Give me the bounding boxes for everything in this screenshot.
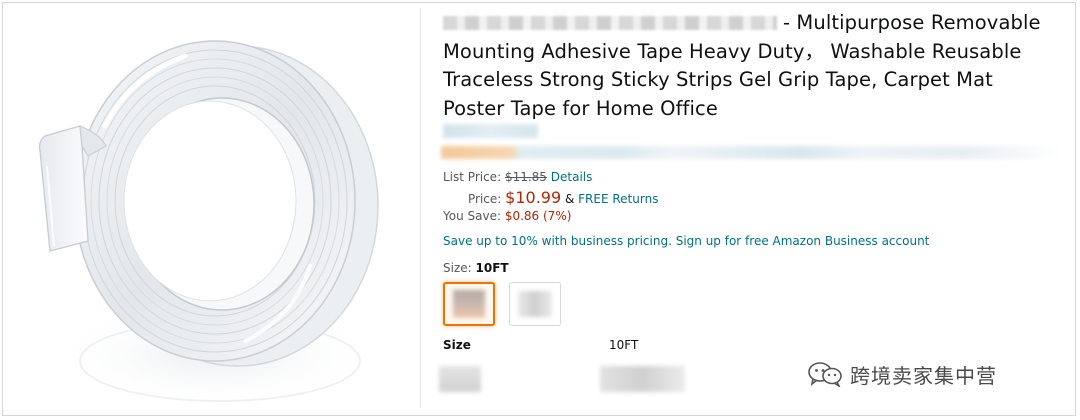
spec-value-blurred bbox=[600, 366, 685, 392]
size-selected-value: 10FT bbox=[475, 261, 509, 275]
spec-size-value: 10FT bbox=[609, 338, 639, 352]
swatch-thumbnail bbox=[518, 291, 552, 317]
wechat-icon bbox=[808, 362, 842, 387]
size-swatch-option[interactable] bbox=[509, 282, 561, 326]
rating-blurred[interactable] bbox=[443, 124, 538, 138]
watermark: 跨境卖家集中营 bbox=[808, 360, 997, 388]
badge-blurred bbox=[441, 146, 1061, 159]
you-save-value: $0.86 (7%) bbox=[504, 209, 572, 223]
price-value: $10.99 bbox=[505, 188, 562, 207]
size-label: Size: bbox=[443, 261, 472, 275]
price-amp: & bbox=[564, 192, 575, 206]
list-price-value: $11.85 bbox=[504, 170, 547, 184]
tape-roll-image bbox=[38, 40, 385, 411]
brand-name-blurred[interactable] bbox=[443, 16, 777, 30]
business-pricing-link[interactable]: Save up to 10% with business pricing. Si… bbox=[443, 234, 929, 248]
spec-row-blurred bbox=[439, 366, 481, 392]
you-save-label: You Save: bbox=[443, 209, 501, 223]
swatch-thumbnail bbox=[453, 290, 485, 318]
size-swatch-selected[interactable] bbox=[443, 282, 495, 326]
size-selector-label: Size: 10FT bbox=[443, 261, 509, 275]
watermark-text: 跨境卖家集中营 bbox=[850, 363, 997, 388]
spec-size-header: Size bbox=[443, 338, 471, 352]
free-returns-link[interactable]: FREE Returns bbox=[578, 192, 658, 206]
product-image[interactable] bbox=[10, 6, 415, 411]
price-label: Price: bbox=[468, 192, 502, 206]
product-title: - Multipurpose Removable Mounting Adhesi… bbox=[443, 9, 1055, 123]
details-link[interactable]: Details bbox=[551, 170, 593, 184]
list-price-label: List Price: bbox=[443, 170, 502, 184]
panel-divider bbox=[420, 8, 421, 408]
